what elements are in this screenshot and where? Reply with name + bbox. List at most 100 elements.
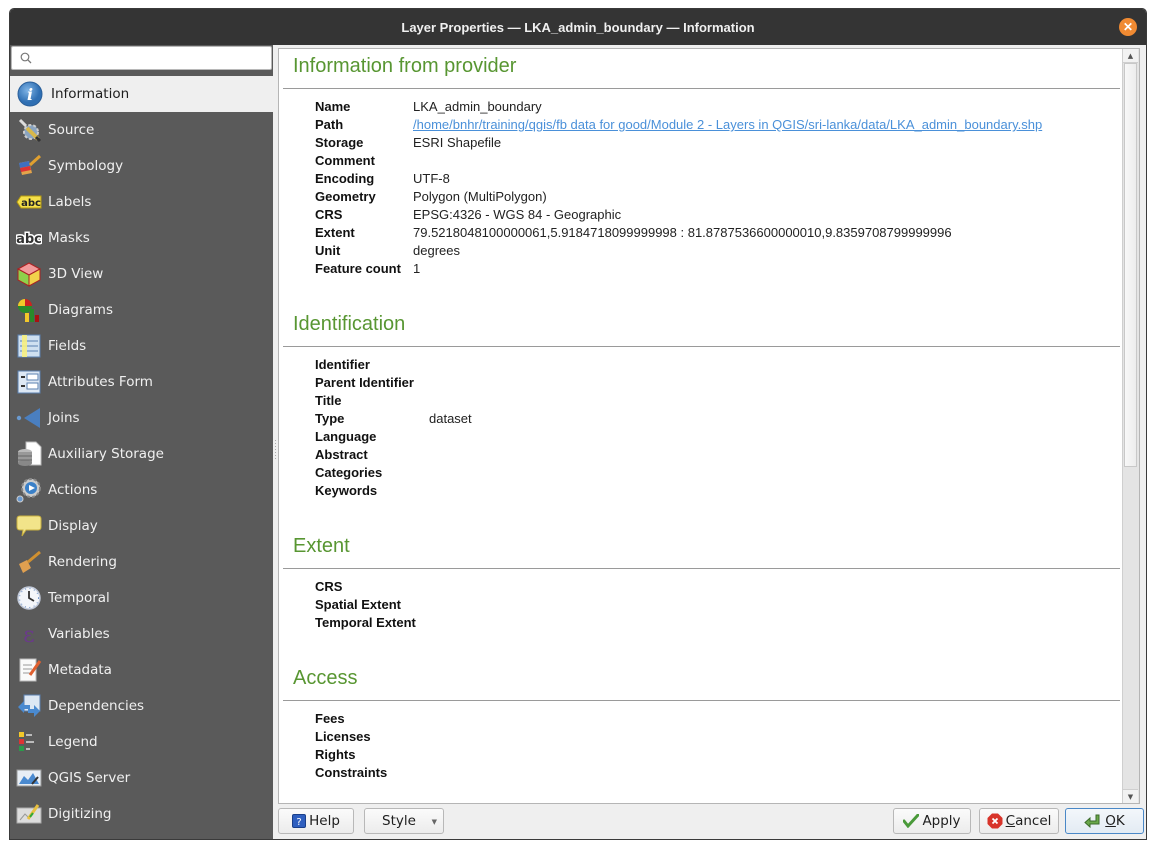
- sidebar-item-label: Rendering: [48, 554, 117, 570]
- digitizing-icon: [16, 801, 42, 827]
- sidebar-item-variables[interactable]: ε Variables: [10, 616, 273, 652]
- cube-3d-icon: [16, 261, 42, 287]
- section-title-access: Access: [293, 667, 358, 689]
- sidebar-item-label: Actions: [48, 482, 98, 498]
- sidebar-item-3d-view[interactable]: 3D View: [10, 256, 273, 292]
- provider-info-table: Name LKA_admin_boundary Path/home/bnhr/tr…: [315, 98, 1042, 278]
- info-row-path: Path/home/bnhr/training/qgis/fb data for…: [315, 116, 1043, 134]
- sidebar-item-label: Variables: [48, 626, 110, 642]
- sidebar-item-qgis-server[interactable]: QGIS Server: [10, 760, 273, 796]
- vertical-scrollbar[interactable]: ▲ ▼: [1122, 49, 1139, 803]
- checkmark-icon: [903, 814, 920, 828]
- ok-button[interactable]: OK: [1065, 808, 1144, 834]
- search-box[interactable]: [11, 46, 272, 70]
- sidebar-item-label: Digitizing: [48, 806, 112, 822]
- style-dropdown-button[interactable]: Style ▼: [364, 808, 444, 834]
- access-table: Fees Licenses Rights Constraints: [315, 710, 429, 782]
- sidebar-item-label: Diagrams: [48, 302, 113, 318]
- sidebar-item-digitizing[interactable]: Digitizing: [10, 796, 273, 832]
- svg-text:ε: ε: [23, 623, 34, 647]
- apply-button[interactable]: Apply: [893, 808, 971, 834]
- legend-icon: [16, 729, 42, 755]
- sidebar-item-dependencies[interactable]: Dependencies: [10, 688, 273, 724]
- symbology-brush-icon: [16, 153, 42, 179]
- svg-text:i: i: [27, 85, 33, 104]
- rendering-brush-icon: [16, 549, 42, 575]
- info-row-feature-count: Feature count 1: [315, 261, 421, 276]
- sidebar-item-actions[interactable]: Actions: [10, 472, 273, 508]
- sidebar-item-label: Attributes Form: [48, 374, 153, 390]
- section-divider: [283, 88, 1120, 89]
- access-row: Licenses: [315, 729, 371, 744]
- information-scroll-area: Information from provider Name LKA_admin_…: [279, 49, 1122, 803]
- sidebar-item-label: Information: [51, 86, 130, 102]
- info-row-comment: Comment: [315, 153, 375, 168]
- cancel-button[interactable]: Cancel: [979, 808, 1059, 834]
- arrow-down-icon: ▼: [1127, 792, 1134, 801]
- scrollbar-thumb[interactable]: [1124, 63, 1137, 467]
- information-panel: Information from provider Name LKA_admin_…: [278, 48, 1140, 804]
- scroll-up-button[interactable]: ▲: [1123, 49, 1138, 63]
- access-row: Constraints: [315, 765, 388, 780]
- search-icon: [20, 52, 32, 64]
- sidebar-item-temporal[interactable]: Temporal: [10, 580, 273, 616]
- info-row-crs: CRS EPSG:4326 - WGS 84 - Geographic: [315, 207, 622, 222]
- path-link[interactable]: /home/bnhr/training/qgis/fb data for goo…: [413, 116, 1042, 134]
- extent-row: CRS: [315, 579, 343, 594]
- variables-epsilon-icon: ε: [16, 621, 42, 647]
- help-icon: ?: [292, 814, 307, 828]
- qgis-server-icon: [16, 765, 42, 791]
- display-speech-bubble-icon: [16, 513, 42, 539]
- sidebar-item-label: Display: [48, 518, 98, 534]
- help-button[interactable]: ? Help: [278, 808, 354, 834]
- section-divider: [283, 700, 1120, 701]
- svg-text:?: ?: [296, 817, 301, 828]
- actions-gear-icon: [16, 477, 42, 503]
- sidebar-item-masks[interactable]: abc Masks: [10, 220, 273, 256]
- close-button[interactable]: ✕: [1119, 18, 1137, 36]
- info-row-storage: Storage ESRI Shapefile: [315, 135, 502, 150]
- sidebar-item-information[interactable]: i Information: [10, 76, 273, 112]
- identification-row: Title: [315, 393, 342, 408]
- info-row-geometry: Geometry Polygon (MultiPolygon): [315, 189, 547, 204]
- section-title-information-from-provider: Information from provider: [293, 55, 517, 77]
- search-input[interactable]: [38, 47, 271, 69]
- scroll-down-button[interactable]: ▼: [1123, 789, 1138, 803]
- sidebar-item-auxiliary-storage[interactable]: Auxiliary Storage: [10, 436, 273, 472]
- sidebar-item-source[interactable]: Source: [10, 112, 273, 148]
- source-tools-icon: [16, 117, 42, 143]
- close-icon: ✕: [1122, 20, 1134, 34]
- svg-text:abc: abc: [16, 232, 42, 247]
- sidebar-item-legend[interactable]: Legend: [10, 724, 273, 760]
- sidebar-item-label: Legend: [48, 734, 98, 750]
- masks-abc-icon: abc: [16, 225, 42, 251]
- sidebar-item-label: Masks: [48, 230, 90, 246]
- section-divider: [283, 346, 1120, 347]
- info-row-unit: Unit degrees: [315, 243, 460, 258]
- extent-row: Temporal Extent: [315, 615, 416, 630]
- sidebar-item-fields[interactable]: Fields: [10, 328, 273, 364]
- sidebar-item-label: Symbology: [48, 158, 124, 174]
- sidebar-item-display[interactable]: Display: [10, 508, 273, 544]
- sidebar-item-diagrams[interactable]: Diagrams: [10, 292, 273, 328]
- info-row-encoding: Encoding UTF-8: [315, 171, 450, 186]
- sidebar: i Information Source Symbology abc Label…: [10, 45, 273, 839]
- labels-abc-icon: abc: [16, 189, 42, 215]
- sidebar-item-symbology[interactable]: Symbology: [10, 148, 273, 184]
- sidebar-item-label: Source: [48, 122, 95, 138]
- sidebar-item-label: QGIS Server: [48, 770, 131, 786]
- extent-row: Spatial Extent: [315, 597, 401, 612]
- sidebar-item-attributes-form[interactable]: Attributes Form: [10, 364, 273, 400]
- sidebar-item-joins[interactable]: Joins: [10, 400, 273, 436]
- sidebar-item-metadata[interactable]: Metadata: [10, 652, 273, 688]
- sidebar-item-labels[interactable]: abc Labels: [10, 184, 273, 220]
- sidebar-item-label: Auxiliary Storage: [48, 446, 164, 462]
- identification-row: Abstract: [315, 447, 368, 462]
- metadata-document-icon: [16, 657, 42, 683]
- extent-table: CRS Spatial Extent Temporal Extent: [315, 578, 429, 632]
- identification-row: Parent Identifier: [315, 375, 414, 390]
- access-row: Rights: [315, 747, 356, 762]
- sidebar-item-label: 3D View: [48, 266, 104, 282]
- identification-row: Type dataset: [315, 411, 472, 426]
- sidebar-item-rendering[interactable]: Rendering: [10, 544, 273, 580]
